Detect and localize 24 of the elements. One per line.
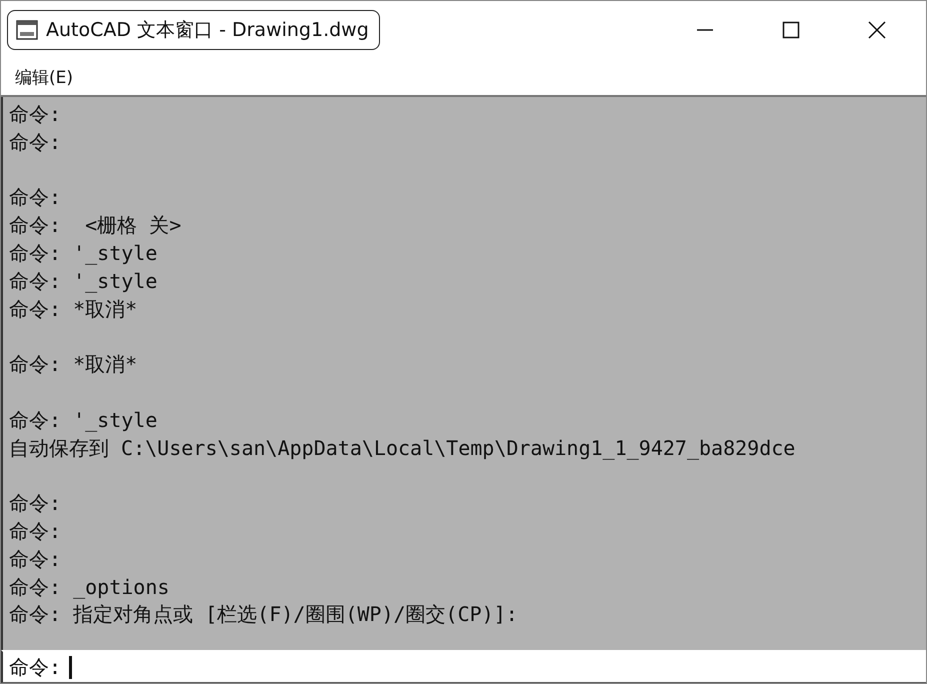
- history-line: 命令:: [9, 518, 62, 545]
- history-line: 命令:: [9, 490, 62, 518]
- history-line: 命令:: [9, 546, 62, 573]
- history-line: 命令: '_style: [9, 240, 158, 267]
- menu-item[interactable]: 编辑(E): [15, 66, 74, 88]
- history-line: 自动保存到 C:\Users\san\AppData\Local\Temp\Drawing1_1_9427_ba829dce: [9, 434, 796, 462]
- close-icon: [867, 20, 887, 40]
- history-line: 命令: *取消*: [9, 296, 138, 323]
- history-line: 命令:: [9, 184, 62, 212]
- command-input[interactable]: 命令:: [1, 650, 926, 683]
- minimize-icon: [695, 29, 715, 31]
- window-title: AutoCAD 文本窗口 - Drawing1.dwg: [7, 10, 380, 50]
- history-line: 命令: _options: [9, 574, 170, 601]
- history-line: 命令: <栅格 关>: [9, 212, 182, 240]
- history-line: 命令: '_style: [9, 406, 158, 434]
- history-line: 命令: '_style: [9, 268, 158, 295]
- history-line: 命令:: [9, 128, 62, 156]
- command-prompt: 命令:: [9, 654, 62, 680]
- history-line: 命令: 指定对角点或 [栏选(F)/圈围(WP)/圈交(CP)]:: [9, 601, 519, 628]
- maximize-icon: [781, 20, 801, 40]
- history-line: 命令:: [9, 101, 62, 128]
- history-line: 命令: *取消*: [9, 351, 138, 378]
- text-cursor: [69, 656, 72, 678]
- window-icon: [16, 20, 38, 40]
